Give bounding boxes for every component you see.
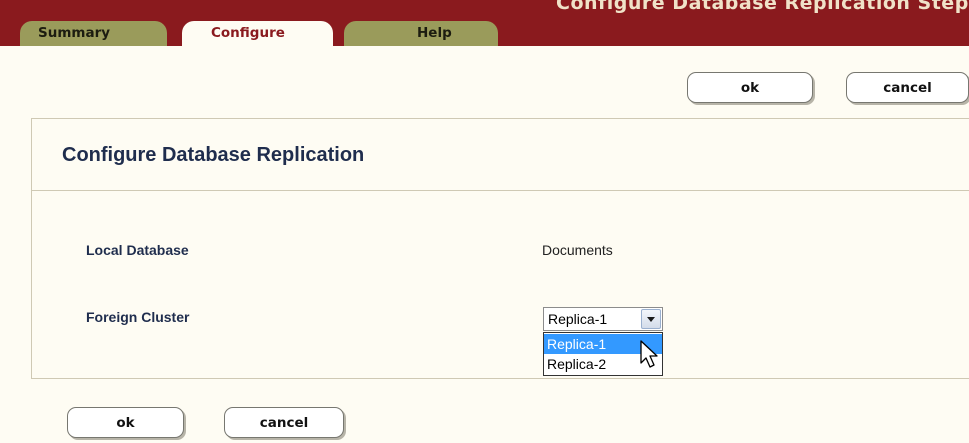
panel-title: Configure Database Replication — [62, 144, 365, 166]
ok-button-bottom[interactable]: ok — [67, 407, 184, 438]
local-database-value: Documents — [542, 242, 613, 258]
tab-configure[interactable]: Configure — [182, 21, 333, 49]
local-database-label: Local Database — [86, 242, 189, 258]
page-title: Configure Database Replication Step — [556, 0, 969, 14]
foreign-cluster-label: Foreign Cluster — [86, 309, 190, 325]
cancel-button-top[interactable]: cancel — [846, 72, 969, 103]
panel-header: Configure Database Replication — [32, 119, 969, 191]
ok-button-top[interactable]: ok — [687, 72, 813, 103]
tab-help[interactable]: Help — [344, 21, 498, 46]
mouse-pointer-icon — [640, 340, 658, 368]
configure-panel: Configure Database Replication Local Dat… — [31, 118, 969, 379]
chevron-down-icon[interactable] — [641, 309, 661, 329]
cancel-button-bottom[interactable]: cancel — [224, 407, 344, 438]
tab-summary[interactable]: Summary — [20, 21, 167, 46]
foreign-cluster-select[interactable]: Replica-1 — [543, 307, 663, 331]
foreign-cluster-selected-value: Replica-1 — [548, 311, 608, 327]
